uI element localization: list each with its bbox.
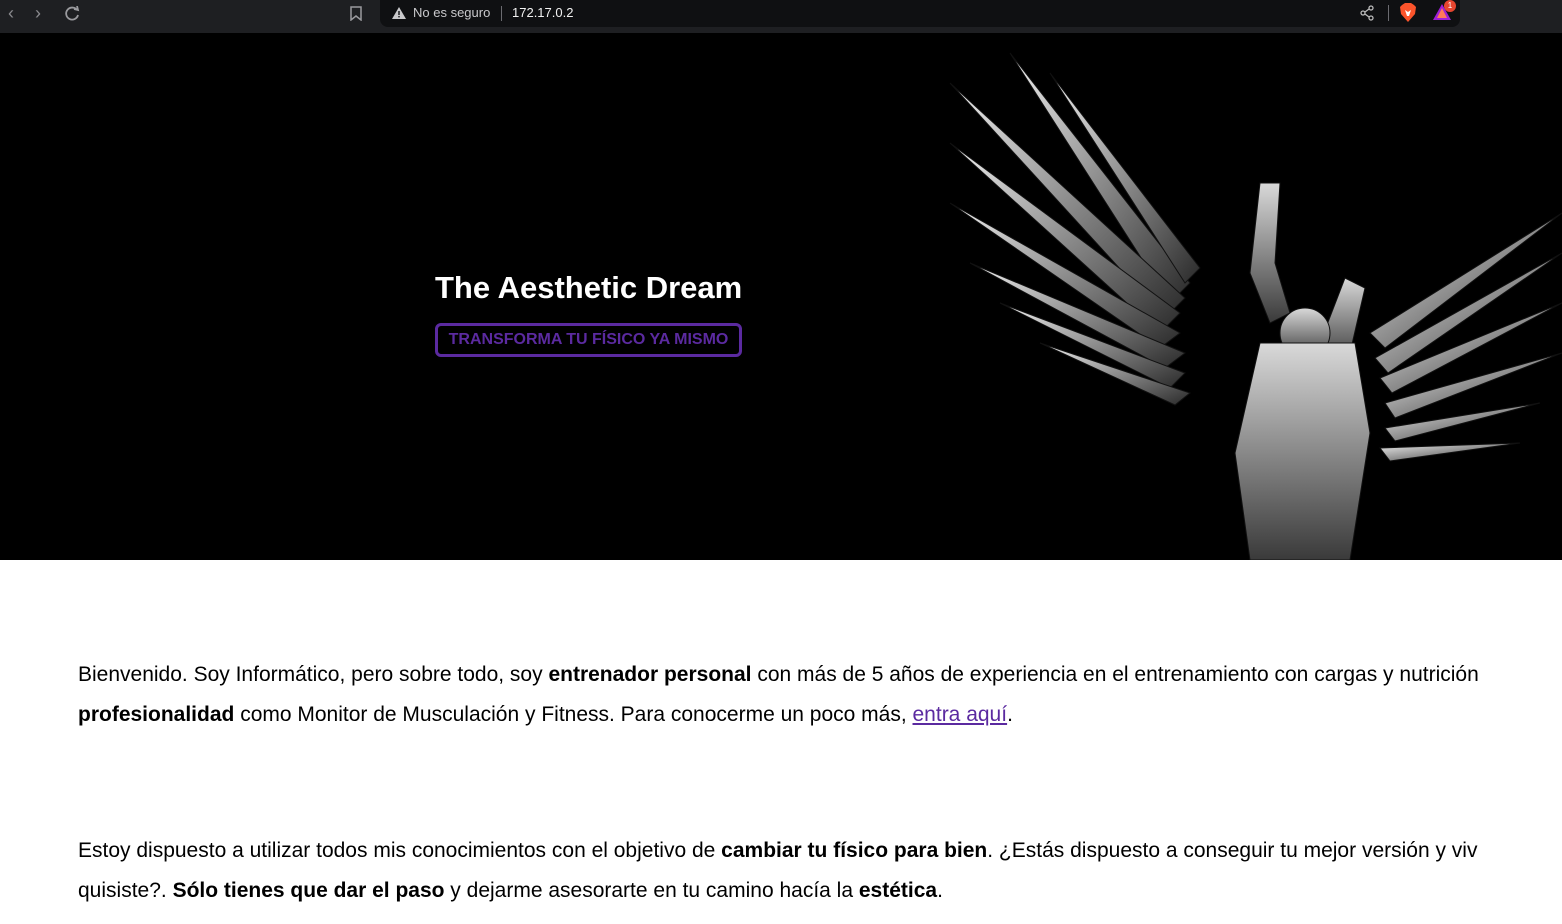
security-label[interactable]: No es seguro — [413, 5, 490, 20]
text: y dejarme asesorarte en tu camino hacía … — [444, 879, 859, 902]
forward-icon[interactable]: › — [27, 3, 49, 25]
text: . — [1007, 703, 1013, 726]
address-divider — [501, 6, 502, 21]
back-icon[interactable]: ‹ — [0, 3, 22, 25]
text: como Monitor de Musculación y Fitness. P… — [234, 703, 913, 726]
emphasis: cambiar tu físico para bien — [721, 839, 988, 862]
address-bar[interactable]: No es seguro 172.17.0.2 1 — [380, 0, 1460, 27]
text: . — [937, 879, 943, 902]
browser-toolbar: ‹ › No es seguro 172.17.0.2 1 — [0, 0, 1562, 33]
intro-content: Bienvenido. Soy Informático, pero sobre … — [78, 655, 1562, 911]
share-icon[interactable] — [1360, 5, 1374, 21]
goal-paragraph: Estoy dispuesto a utilizar todos mis con… — [78, 831, 1562, 911]
emphasis: estética — [858, 879, 938, 902]
winged-athlete-image — [949, 52, 1562, 560]
intro-paragraph: Bienvenido. Soy Informático, pero sobre … — [78, 655, 1562, 735]
transform-cta-button[interactable]: TRANSFORMA TU FÍSICO YA MISMO — [435, 323, 742, 357]
reload-icon[interactable] — [61, 3, 83, 25]
emphasis: Sólo tienes que dar el paso — [172, 879, 445, 902]
text: Bienvenido. Soy Informático, pero sobre … — [78, 663, 549, 686]
text: quisiste?. — [78, 879, 173, 902]
text: con más de 5 años de experiencia en el e… — [751, 663, 1479, 686]
bookmark-icon[interactable] — [345, 3, 367, 25]
hero-section: The Aesthetic Dream TRANSFORMA TU FÍSICO… — [0, 33, 1562, 560]
url-text[interactable]: 172.17.0.2 — [512, 5, 573, 20]
notification-badge: 1 — [1444, 0, 1456, 12]
about-link[interactable]: entra aquí — [913, 703, 1008, 726]
toolbar-divider — [1388, 5, 1389, 21]
warning-icon — [392, 7, 406, 19]
brave-shield-icon[interactable] — [1399, 3, 1417, 23]
hero-title: The Aesthetic Dream — [435, 270, 743, 305]
text: . ¿Estás dispuesto a conseguir tu mejor … — [987, 839, 1478, 862]
emphasis: profesionalidad — [78, 703, 235, 726]
emphasis: entrenador personal — [548, 663, 752, 686]
text: Estoy dispuesto a utilizar todos mis con… — [78, 839, 722, 862]
